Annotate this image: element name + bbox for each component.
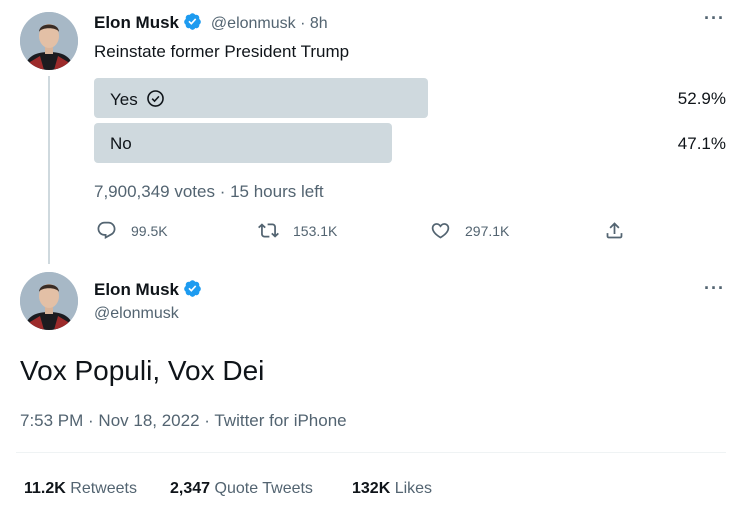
avatar[interactable] (20, 272, 78, 330)
thread-line (48, 76, 50, 264)
author-name[interactable]: Elon Musk (94, 280, 179, 299)
reply-icon (97, 221, 116, 239)
quote-tweets-label: Quote Tweets (214, 480, 313, 497)
avatar-image (20, 12, 78, 70)
like-count: 297.1K (465, 222, 510, 239)
poll-option-label: Yes (110, 90, 138, 109)
tweet-header: Elon Musk @elonmusk · 8h (94, 12, 328, 33)
retweet-count: 153.1K (293, 222, 338, 239)
avatar[interactable] (20, 12, 78, 70)
reply-button[interactable]: 99.5K (96, 220, 168, 241)
tweet-time[interactable]: 8h (310, 15, 328, 32)
poll-percent-yes: 52.9% (677, 89, 726, 108)
divider (16, 452, 726, 453)
poll-bar-no[interactable] (94, 123, 392, 163)
tweet-text: Vox Populi, Vox Dei (20, 355, 265, 386)
retweets-label: Retweets (70, 480, 137, 497)
poll-percent-no: 47.1% (677, 134, 726, 153)
poll-summary: 7,900,349 votes · 15 hours left (94, 182, 324, 201)
like-icon (431, 223, 450, 239)
separator-dot: · (300, 15, 310, 32)
retweet-icon (258, 223, 279, 238)
tweet-text: Reinstate former President Trump (94, 42, 350, 61)
share-button[interactable] (604, 220, 625, 241)
reply-count: 99.5K (131, 222, 168, 239)
likes-label: Likes (394, 480, 433, 497)
author-handle[interactable]: @elonmusk (94, 305, 179, 323)
likes-stat[interactable]: 132K Likes (352, 480, 432, 498)
retweets-count: 11.2K (24, 480, 66, 497)
share-icon (606, 222, 623, 239)
retweet-button[interactable]: 153.1K (258, 220, 337, 241)
more-icon[interactable]: ··· (704, 8, 725, 29)
poll-option-label: No (110, 134, 132, 153)
verified-badge-icon (184, 280, 202, 297)
retweets-stat[interactable]: 11.2K Retweets (24, 480, 137, 498)
quote-tweets-count: 2,347 (170, 480, 211, 497)
check-circle-icon (147, 90, 164, 107)
quote-tweets-stat[interactable]: 2,347 Quote Tweets (170, 480, 313, 498)
verified-badge-icon (184, 13, 202, 30)
more-icon[interactable]: ··· (704, 278, 725, 299)
like-button[interactable]: 297.1K (430, 220, 509, 241)
tweet-header: Elon Musk (94, 279, 202, 300)
avatar-image (20, 272, 78, 330)
author-name[interactable]: Elon Musk (94, 13, 179, 32)
poll-option-yes: Yes (110, 89, 165, 110)
likes-count: 132K (352, 480, 391, 497)
tweet-date-line[interactable]: 7:53 PM · Nov 18, 2022 · Twitter for iPh… (20, 411, 347, 431)
author-handle[interactable]: @elonmusk (211, 15, 296, 32)
